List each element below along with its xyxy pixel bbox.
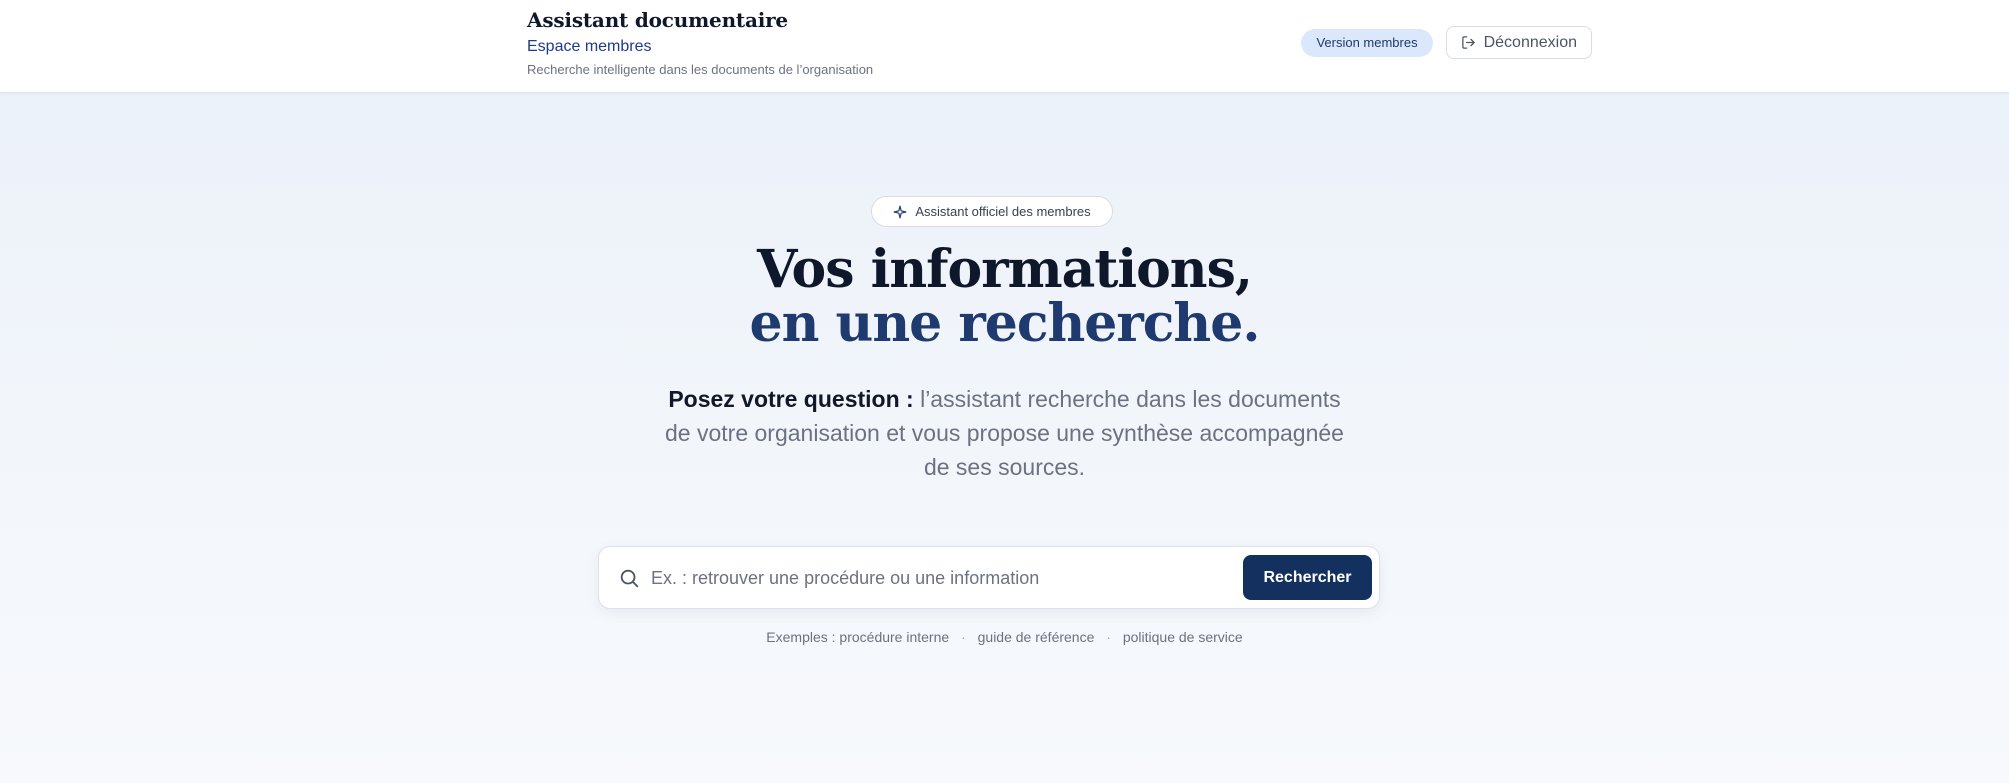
- examples-prefix: Exemples :: [766, 629, 836, 645]
- search-button[interactable]: Rechercher: [1243, 555, 1372, 600]
- hero-title-line1: Vos informations,: [756, 239, 1253, 300]
- header-actions: Version membres Déconnexion: [1301, 26, 1592, 59]
- example-separator: ·: [1106, 629, 1111, 645]
- example-item[interactable]: guide de référence: [978, 629, 1095, 645]
- app-title: Assistant documentaire: [527, 8, 788, 32]
- sparkle-icon: [893, 205, 907, 218]
- example-item[interactable]: procédure interne: [839, 629, 949, 645]
- logout-label: Déconnexion: [1483, 33, 1577, 51]
- app-description: Recherche intelligente dans les document…: [527, 62, 874, 77]
- logout-button[interactable]: Déconnexion: [1445, 26, 1592, 59]
- assistant-pill: Assistant officiel des membres: [871, 196, 1113, 227]
- search-input[interactable]: [651, 559, 1241, 597]
- example-item[interactable]: politique de service: [1123, 629, 1243, 645]
- pill-label: Assistant officiel des membres: [915, 204, 1091, 219]
- hero-title-line2: en une recherche.: [749, 293, 1261, 354]
- hero-title: Vos informations, en une recherche.: [0, 243, 2009, 351]
- example-separator: ·: [961, 629, 966, 645]
- examples-line: Exemples : procédure interne · guide de …: [0, 629, 2009, 645]
- top-header: Assistant documentaire Espace membres Re…: [0, 0, 2009, 93]
- hero-lead: Posez votre question : l’assistant reche…: [654, 382, 1355, 484]
- app-subtitle: Espace membres: [527, 38, 652, 55]
- search-bar: Rechercher: [598, 546, 1380, 609]
- version-badge: Version membres: [1301, 28, 1433, 57]
- search-icon: [620, 569, 639, 588]
- lead-strong: Posez votre question :: [668, 386, 914, 412]
- logout-icon: [1461, 36, 1475, 49]
- brand-block: Assistant documentaire Espace membres Re…: [527, 8, 873, 77]
